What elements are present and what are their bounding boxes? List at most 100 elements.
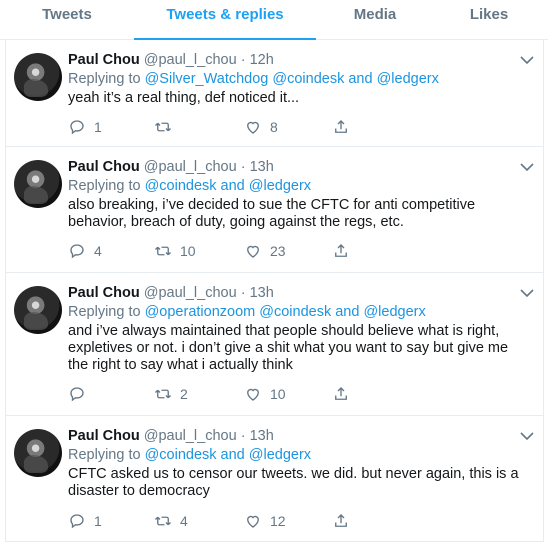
tweet-header: Paul Chou @paul_l_chou · 12h — [68, 50, 533, 70]
tweet-text: and i’ve always maintained that people s… — [68, 323, 509, 373]
like-button[interactable]: 23 — [244, 241, 286, 261]
replying-to-label: Replying to — [68, 178, 141, 194]
author-name[interactable]: Paul Chou — [68, 159, 140, 175]
retweet-count: 2 — [180, 386, 188, 402]
reply-count: 4 — [94, 243, 102, 259]
tweet-feed: Paul Chou @paul_l_chou · 12h Replying to… — [5, 40, 544, 542]
tweet-content: Paul Chou @paul_l_chou · 13h Replying to… — [68, 283, 533, 374]
tweet-actions: 1 4 12 — [68, 511, 368, 531]
reply-button[interactable]: 4 — [68, 241, 102, 261]
retweet-icon — [155, 516, 171, 526]
retweet-button[interactable] — [154, 117, 180, 137]
tweet-actions: 2 10 — [68, 384, 368, 404]
retweet-count: 4 — [180, 513, 188, 529]
like-button[interactable]: 8 — [244, 117, 278, 137]
reply-icon — [70, 514, 84, 529]
like-count: 12 — [270, 513, 286, 529]
tweet[interactable]: Paul Chou @paul_l_chou · 13h Replying to… — [6, 273, 543, 416]
retweet-button[interactable]: 2 — [154, 384, 188, 404]
author-name[interactable]: Paul Chou — [68, 52, 140, 68]
reply-mentions[interactable]: @Silver_Watchdog @coindesk and @ledgerx — [145, 71, 439, 87]
retweet-icon — [155, 122, 171, 132]
tweet-content: Paul Chou @paul_l_chou · 12h Replying to… — [68, 50, 533, 107]
tab-tweets-and-replies[interactable]: Tweets & replies — [134, 0, 316, 40]
tweet-text: CFTC asked us to censor our tweets. we d… — [68, 466, 519, 499]
reply-mentions[interactable]: @coindesk and @ledgerx — [145, 178, 311, 194]
like-count: 23 — [270, 243, 286, 259]
tweet-timestamp[interactable]: 13h — [250, 159, 274, 175]
share-button[interactable] — [332, 241, 350, 261]
tweet[interactable]: Paul Chou @paul_l_chou · 13h Replying to… — [6, 147, 543, 273]
separator-dot: · — [240, 52, 246, 68]
replying-to: Replying to @Silver_Watchdog @coindesk a… — [68, 70, 533, 89]
like-count: 10 — [270, 386, 286, 402]
tweet-actions: 4 10 23 — [68, 241, 368, 261]
author-handle[interactable]: @paul_l_chou — [144, 285, 237, 301]
separator-dot: · — [240, 285, 246, 301]
heart-icon — [247, 245, 259, 258]
like-button[interactable]: 10 — [244, 384, 286, 404]
share-button[interactable] — [332, 117, 350, 137]
reply-icon — [70, 244, 84, 259]
tab-media[interactable]: Media — [316, 0, 434, 40]
reply-icon — [70, 387, 84, 402]
tweet-header: Paul Chou @paul_l_chou · 13h — [68, 426, 533, 446]
profile-tabs: Tweets Tweets & replies Media Likes — [0, 0, 548, 40]
heart-icon — [247, 121, 259, 134]
share-icon — [335, 120, 347, 133]
avatar[interactable] — [14, 53, 62, 101]
share-button[interactable] — [332, 384, 350, 404]
reply-mentions[interactable]: @operationzoom @coindesk and @ledgerx — [145, 304, 426, 320]
tweet-timestamp[interactable]: 13h — [250, 285, 274, 301]
replying-to: Replying to @operationzoom @coindesk and… — [68, 303, 533, 322]
tweet-header: Paul Chou @paul_l_chou · 13h — [68, 283, 533, 303]
reply-button[interactable]: 1 — [68, 117, 102, 137]
author-handle[interactable]: @paul_l_chou — [144, 52, 237, 68]
tweet[interactable]: Paul Chou @paul_l_chou · 13h Replying to… — [6, 416, 543, 542]
reply-count: 1 — [94, 513, 102, 529]
author-handle[interactable]: @paul_l_chou — [144, 428, 237, 444]
tweet-text: yeah it’s a real thing, def noticed it..… — [68, 90, 300, 106]
tab-tweets[interactable]: Tweets — [0, 0, 134, 40]
tab-likes[interactable]: Likes — [434, 0, 544, 40]
tweet-text: also breaking, i’ve decided to sue the C… — [68, 197, 476, 230]
tweet-content: Paul Chou @paul_l_chou · 13h Replying to… — [68, 426, 533, 500]
chevron-down-icon[interactable] — [519, 287, 535, 299]
chevron-down-icon[interactable] — [519, 161, 535, 173]
tweet-timestamp[interactable]: 13h — [250, 428, 274, 444]
avatar[interactable] — [14, 286, 62, 334]
like-count: 8 — [270, 119, 278, 135]
tweet-content: Paul Chou @paul_l_chou · 13h Replying to… — [68, 157, 533, 231]
heart-icon — [247, 388, 259, 401]
share-icon — [335, 244, 347, 257]
share-button[interactable] — [332, 511, 350, 531]
reply-mentions[interactable]: @coindesk and @ledgerx — [145, 447, 311, 463]
retweet-button[interactable]: 10 — [154, 241, 196, 261]
tweet-timestamp[interactable]: 12h — [250, 52, 274, 68]
reply-count: 1 — [94, 119, 102, 135]
tweet-header: Paul Chou @paul_l_chou · 13h — [68, 157, 533, 177]
reply-button[interactable]: 1 — [68, 511, 102, 531]
replying-to: Replying to @coindesk and @ledgerx — [68, 177, 533, 196]
author-name[interactable]: Paul Chou — [68, 285, 140, 301]
like-button[interactable]: 12 — [244, 511, 286, 531]
reply-button[interactable] — [68, 384, 94, 404]
separator-dot: · — [240, 428, 246, 444]
author-handle[interactable]: @paul_l_chou — [144, 159, 237, 175]
separator-dot: · — [240, 159, 246, 175]
chevron-down-icon[interactable] — [519, 430, 535, 442]
share-icon — [335, 514, 347, 527]
tweet[interactable]: Paul Chou @paul_l_chou · 12h Replying to… — [6, 40, 543, 147]
replying-to: Replying to @coindesk and @ledgerx — [68, 446, 533, 465]
replying-to-label: Replying to — [68, 71, 141, 87]
avatar[interactable] — [14, 429, 62, 477]
retweet-button[interactable]: 4 — [154, 511, 188, 531]
chevron-down-icon[interactable] — [519, 54, 535, 66]
replying-to-label: Replying to — [68, 304, 141, 320]
author-name[interactable]: Paul Chou — [68, 428, 140, 444]
retweet-count: 10 — [180, 243, 196, 259]
tweet-actions: 1 8 — [68, 117, 368, 137]
avatar[interactable] — [14, 160, 62, 208]
retweet-icon — [155, 246, 171, 256]
share-icon — [335, 387, 347, 400]
